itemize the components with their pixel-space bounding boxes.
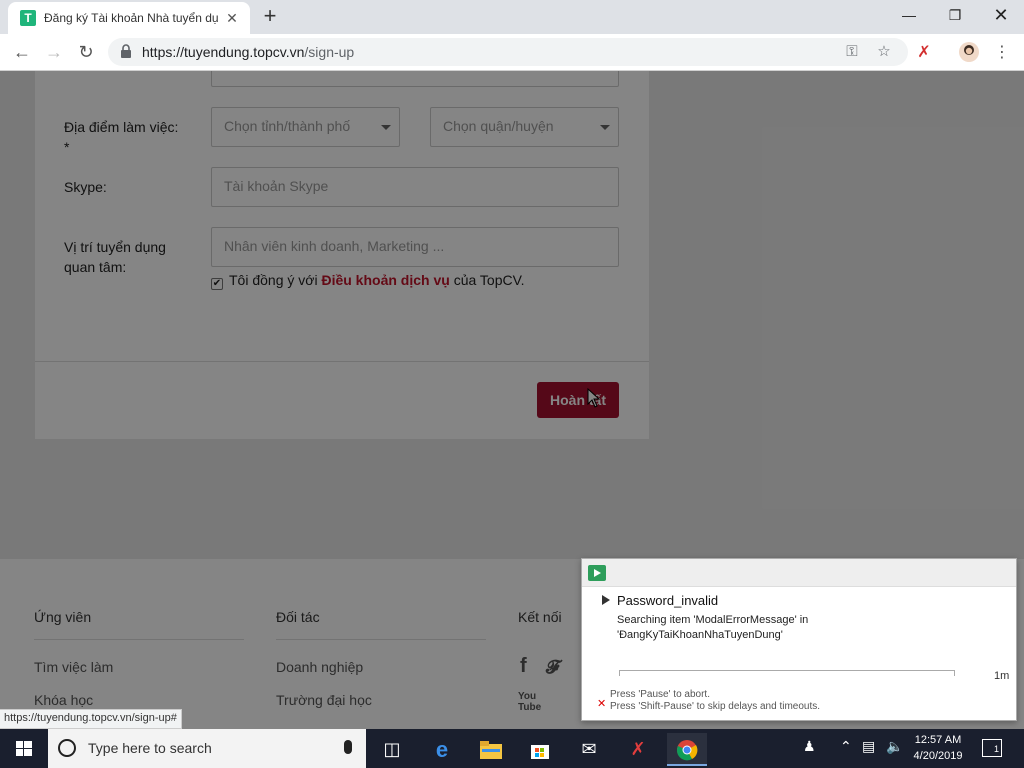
key-icon[interactable]: ⚿ [842,42,862,62]
abort-icon: ✕ [597,698,607,710]
bookmark-star-icon[interactable]: ☆ [874,42,894,62]
back-button[interactable]: ← [9,39,35,65]
expand-triangle-icon[interactable] [602,595,610,605]
new-tab-button[interactable]: + [258,5,282,29]
close-window-button[interactable]: ✕ [978,0,1024,32]
topcv-favicon-icon: T [20,10,36,26]
runner-hint: Press 'Pause' to abort. Press 'Shift-Pau… [610,689,821,712]
lock-icon [121,44,131,58]
status-url-bubble: https://tuyendung.topcv.vn/sign-up# [0,709,182,729]
notification-center-icon[interactable]: 1 [982,739,1002,757]
play-icon [588,565,606,581]
address-bar[interactable]: https://tuyendung.topcv.vn/sign-up ⚿ ☆ [108,38,908,66]
test-runner-popup: Password_invalid Searching item 'ModalEr… [581,558,1017,721]
ranorex-icon[interactable]: ✗ [618,733,658,766]
menu-kebab-icon[interactable]: ⋮ [991,42,1013,64]
search-placeholder: Type here to search [88,740,212,756]
minimize-button[interactable]: — [886,0,932,32]
tab-close-icon[interactable]: ✕ [224,10,240,26]
file-explorer-icon[interactable] [471,733,511,766]
people-icon[interactable]: ♟ [803,738,816,755]
browser-tab[interactable]: T Đăng ký Tài khoản Nhà tuyển dụ ✕ [8,2,250,34]
mail-icon[interactable]: ✉ [569,733,609,766]
forward-button[interactable]: → [41,39,67,65]
timeout-progress-bar [619,670,955,676]
windows-taskbar: Type here to search ◫ e ✉ ✗ ♟ ⌃ ▤ 🔈 12:5… [0,729,1024,768]
restore-button[interactable]: ❐ [932,0,978,32]
taskbar-search-box[interactable]: Type here to search [48,729,366,768]
store-icon[interactable] [520,733,560,766]
browser-toolbar: ← → ↻ https://tuyendung.topcv.vn/sign-up… [0,34,1024,71]
chevron-up-icon[interactable]: ⌃ [840,738,852,755]
start-button[interactable] [0,729,48,768]
chrome-icon[interactable] [667,733,707,766]
url-text: https://tuyendung.topcv.vn/sign-up [142,44,355,60]
tab-title: Đăng ký Tài khoản Nhà tuyển dụ [44,11,219,25]
browser-tabbar: T Đăng ký Tài khoản Nhà tuyển dụ ✕ + — ❐… [0,0,1024,34]
windows-logo-icon [16,741,32,756]
task-view-icon[interactable]: ◫ [372,733,412,766]
profile-avatar[interactable] [958,42,980,64]
timeout-label: 1m [994,670,1010,682]
microphone-icon[interactable] [344,740,352,754]
runner-message: Searching item 'ModalErrorMessage' in 'Đ… [617,614,809,641]
network-icon[interactable]: ▤ [862,738,875,755]
cortana-icon [58,739,76,757]
taskbar-clock[interactable]: 12:57 AM 4/20/2019 [908,732,968,764]
reload-button[interactable]: ↻ [73,39,99,65]
runner-header [582,559,1016,587]
test-name: Password_invalid [617,593,719,608]
volume-icon[interactable]: 🔈 [886,738,903,755]
extension-icon[interactable]: ✗ [913,42,935,64]
edge-icon[interactable]: e [422,733,462,766]
